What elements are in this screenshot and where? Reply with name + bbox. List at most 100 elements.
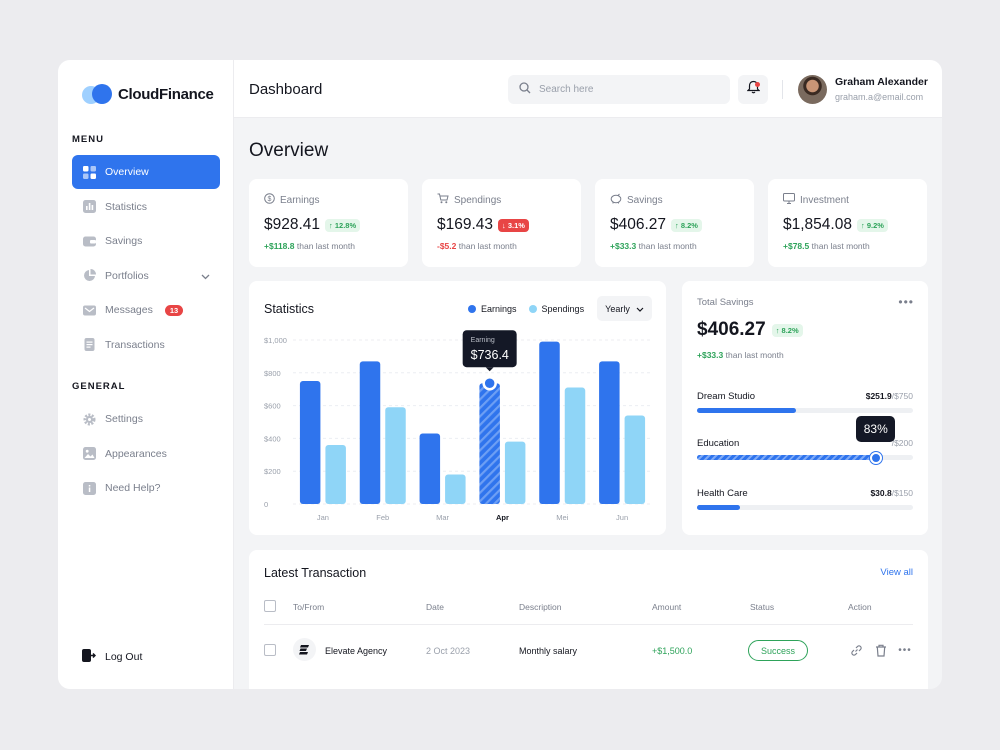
more-options-icon[interactable]: •••	[897, 642, 913, 658]
kpi-label-text: Spendings	[454, 194, 502, 206]
kpi-label: Spendings	[437, 193, 501, 207]
logout-label: Log Out	[105, 651, 143, 663]
column-header-to-from[interactable]: To/From	[293, 602, 324, 612]
change-value: 9.2%	[866, 220, 884, 230]
goal-amount: /$200	[892, 438, 913, 448]
bar-earnings-apr	[479, 383, 500, 504]
total-savings-subtext: +$33.3 than last month	[697, 350, 784, 360]
kpi-delta: -$5.2	[437, 241, 457, 251]
kpi-delta-text: than last month	[638, 241, 697, 251]
app-logo[interactable]: CloudFinance	[82, 84, 214, 104]
progress-fill	[697, 455, 877, 460]
bar-chart-icon	[83, 200, 96, 213]
column-header-amount[interactable]: Amount	[652, 602, 681, 612]
avatar[interactable]	[798, 75, 827, 104]
sidebar-item-messages[interactable]: Messages 13	[72, 293, 220, 327]
more-options-icon[interactable]: •••	[898, 295, 914, 309]
transaction-amount: +$1,500.0	[652, 646, 693, 656]
goal-current: $251.9	[865, 391, 892, 401]
logout-icon	[82, 649, 97, 665]
search-box[interactable]	[508, 75, 730, 104]
goal-target: /$150	[891, 488, 913, 498]
progress-tooltip: 83%	[856, 416, 896, 442]
general-nav: Settings Appearances Need Help?	[72, 402, 220, 506]
y-tick-label: 0	[264, 500, 268, 509]
app-name: CloudFinance	[118, 85, 214, 103]
change-value: 3.1%	[507, 220, 525, 230]
kpi-amount: $169.43	[437, 216, 494, 233]
row-checkbox[interactable]	[264, 644, 276, 656]
bar-earnings-mei	[539, 341, 560, 504]
kpi-card-investment[interactable]: Investment $1,854.08 ↑ 9.2% +$78.5 than …	[768, 179, 927, 267]
sidebar-item-label: Overview	[105, 166, 149, 178]
y-tick-label: $800	[264, 369, 281, 378]
logo-icon	[82, 84, 112, 104]
sidebar-item-transactions[interactable]: Transactions	[72, 328, 220, 362]
sidebar-item-overview[interactable]: Overview	[72, 155, 220, 189]
kpi-value: $1,854.08 ↑ 9.2%	[783, 216, 888, 234]
kpi-value: $406.27 ↑ 8.2%	[610, 216, 702, 234]
image-icon	[83, 447, 96, 460]
kpi-card-earnings[interactable]: $ Earnings $928.41 ↑ 12.8% +$118.8 than …	[249, 179, 408, 267]
transaction-name: Elevate Agency	[325, 646, 388, 656]
y-tick-label: $1,000	[264, 336, 287, 345]
y-tick-label: $400	[264, 434, 281, 443]
sidebar-item-help[interactable]: Need Help?	[72, 471, 220, 505]
general-section-label: GENERAL	[72, 381, 126, 392]
divider	[782, 80, 783, 99]
card-title: Latest Transaction	[264, 566, 367, 580]
total-savings-label: Total Savings	[697, 297, 754, 308]
chart-tooltip-value: $736.4	[471, 348, 509, 362]
x-tick-label: Apr	[496, 513, 509, 522]
select-all-checkbox[interactable]	[264, 600, 276, 612]
x-tick-label: Mar	[436, 513, 449, 522]
mail-icon	[83, 304, 96, 317]
x-tick-label: Mei	[556, 513, 568, 522]
link-icon[interactable]	[848, 642, 864, 658]
topbar: Dashboard Graham Alexander graham.a@emai…	[234, 60, 942, 118]
kpi-subtext: +$118.8 than last month	[264, 241, 355, 251]
sidebar-item-label: Transactions	[105, 338, 165, 351]
search-input[interactable]	[539, 84, 699, 95]
column-header-action: Action	[848, 602, 872, 612]
progress-fill	[697, 408, 797, 413]
sidebar-item-portfolios[interactable]: Portfolios	[72, 259, 220, 293]
goal-current: $30.8	[870, 488, 892, 498]
sidebar-item-settings[interactable]: Settings	[72, 402, 220, 436]
kpi-card-spendings[interactable]: Spendings $169.43 ↓ 3.1% -$5.2 than last…	[422, 179, 581, 267]
column-header-description[interactable]: Description	[519, 602, 562, 612]
notification-button[interactable]	[738, 75, 768, 104]
trash-icon[interactable]	[873, 642, 889, 658]
bar-spendings-mar	[445, 474, 466, 504]
sidebar-item-label: Portfolios	[105, 269, 149, 282]
sidebar-item-label: Appearances	[105, 447, 167, 460]
bar-earnings-jan	[299, 381, 321, 504]
kpi-label: Savings	[610, 193, 663, 207]
change-badge: ↑ 8.2%	[771, 323, 803, 337]
kpi-card-savings[interactable]: Savings $406.27 ↑ 8.2% +$33.3 than last …	[595, 179, 754, 267]
goal-name: Health Care	[697, 488, 748, 499]
sidebar-item-savings[interactable]: Savings	[72, 224, 220, 258]
goal-target: /$200	[891, 438, 913, 448]
column-header-date[interactable]: Date	[426, 602, 444, 612]
slider-handle[interactable]	[870, 451, 883, 464]
view-all-link[interactable]: View all	[880, 567, 913, 578]
savings-delta-text: than last month	[725, 350, 784, 360]
change-badge: ↑ 9.2%	[856, 218, 888, 232]
chevron-down-icon[interactable]	[201, 271, 210, 283]
kpi-amount: $1,854.08	[783, 216, 852, 233]
sidebar-item-statistics[interactable]: Statistics	[72, 190, 220, 224]
logout-button[interactable]: Log Out	[82, 649, 142, 665]
user-name[interactable]: Graham Alexander	[835, 76, 928, 88]
kpi-delta: +$33.3	[610, 241, 637, 251]
bar-spendings-jun	[624, 415, 646, 504]
goal-target: /$750	[891, 391, 913, 401]
highlight-point	[482, 375, 497, 391]
dollar-circle-icon: $	[264, 193, 275, 207]
gear-icon	[83, 413, 96, 426]
kpi-value: $928.41 ↑ 12.8%	[264, 216, 361, 234]
column-header-status[interactable]: Status	[750, 602, 774, 612]
y-tick-label: $200	[264, 467, 281, 476]
change-value: 8.2%	[781, 325, 799, 335]
sidebar-item-appearances[interactable]: Appearances	[72, 437, 220, 471]
